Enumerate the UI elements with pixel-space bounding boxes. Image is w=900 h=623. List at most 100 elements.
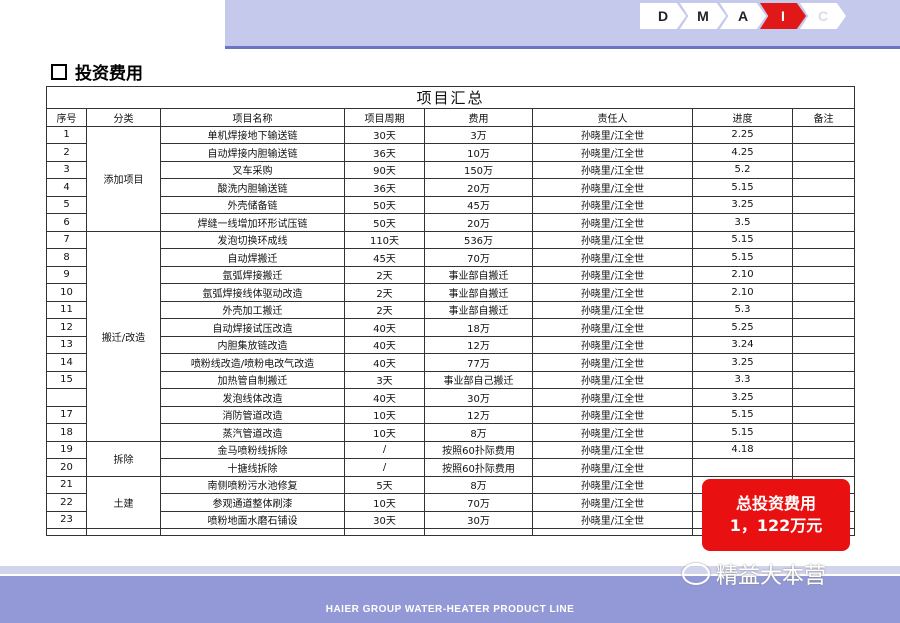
remarks-cell <box>791 248 856 267</box>
project-name-cell: 酸洗内胆输送链 <box>160 178 345 197</box>
row-number-cell: 15 <box>46 370 87 389</box>
category-cell: 土建 <box>86 475 161 529</box>
remarks-cell <box>791 195 856 214</box>
project-duration-cell: 50天 <box>344 213 425 232</box>
remarks-cell <box>791 178 856 197</box>
project-cost-cell: 12万 <box>424 405 533 424</box>
stage-a: A <box>720 3 766 29</box>
table-body: 1 添加项目 单机焊接地下输送链 30天 3万 孙晓里/江全世 2.25 2 自动焊接内胆输送链… <box>46 125 856 536</box>
empty-cell <box>424 528 533 536</box>
project-summary-table: 项目汇总 序号 分类 项目名称 项目周期 费用 责任人 进度 备注 1 添加项目 单机焊接地下输送… <box>45 86 856 536</box>
project-cost-cell: 45万 <box>424 195 533 214</box>
table-row: 17 消防管道改造 10天 12万 孙晓里/江全世 5.15 <box>46 405 856 424</box>
responsible-person-cell: 孙晓里/江全世 <box>532 213 693 232</box>
project-cost-cell: 12万 <box>424 335 533 354</box>
project-duration-cell: 36天 <box>344 143 425 162</box>
project-name-cell: 外壳加工搬迁 <box>160 300 345 319</box>
wechat-icon <box>682 563 710 585</box>
responsible-person-cell: 孙晓里/江全世 <box>532 493 693 512</box>
progress-cell: 5.15 <box>692 405 793 424</box>
table-row: 13 内胆集放链改造 40天 12万 孙晓里/江全世 3.24 <box>46 335 856 354</box>
project-duration-cell: 36天 <box>344 178 425 197</box>
project-duration-cell: 10天 <box>344 423 425 442</box>
project-name-cell: 消防管道改造 <box>160 405 345 424</box>
remarks-cell <box>791 388 856 407</box>
responsible-person-cell: 孙晓里/江全世 <box>532 300 693 319</box>
responsible-person-cell: 孙晓里/江全世 <box>532 510 693 529</box>
row-number-cell: 9 <box>46 265 87 284</box>
project-name-cell: 内胆集放链改造 <box>160 335 345 354</box>
remarks-cell <box>791 160 856 179</box>
project-name-cell: 喷粉线改造/喷粉电改气改造 <box>160 353 345 372</box>
row-number-cell: 19 <box>46 440 87 459</box>
project-cost-cell: 150万 <box>424 160 533 179</box>
project-name-cell: 自动焊接试压改造 <box>160 318 345 337</box>
progress-cell: 3.25 <box>692 388 793 407</box>
progress-cell: 2.25 <box>692 125 793 144</box>
table-row: 发泡线体改造 40天 30万 孙晓里/江全世 3.25 <box>46 388 856 407</box>
row-number-cell: 12 <box>46 318 87 337</box>
table-row: 5 外壳储备链 50天 45万 孙晓里/江全世 3.25 <box>46 195 856 214</box>
empty-cell <box>344 528 425 536</box>
progress-cell: 4.25 <box>692 143 793 162</box>
row-number-cell: 14 <box>46 353 87 372</box>
table-row: 8 自动焊搬迁 45天 70万 孙晓里/江全世 5.15 <box>46 248 856 267</box>
remarks-cell <box>791 300 856 319</box>
project-cost-cell: 10万 <box>424 143 533 162</box>
table-row: 2 自动焊接内胆输送链 36天 10万 孙晓里/江全世 4.25 <box>46 143 856 162</box>
project-cost-cell: 30万 <box>424 510 533 529</box>
responsible-person-cell: 孙晓里/江全世 <box>532 143 693 162</box>
progress-cell: 3.3 <box>692 370 793 389</box>
table-row: 10 氩弧焊接线体驱动改造 2天 事业部自搬迁 孙晓里/江全世 2.10 <box>46 283 856 302</box>
project-name-cell: 南侧喷粉污水池修复 <box>160 475 345 494</box>
table-row: 12 自动焊接试压改造 40天 18万 孙晓里/江全世 5.25 <box>46 318 856 337</box>
project-name-cell: 蒸汽管道改造 <box>160 423 345 442</box>
column-header: 项目周期 <box>344 108 425 127</box>
progress-cell: 5.3 <box>692 300 793 319</box>
row-number-cell: 4 <box>46 178 87 197</box>
project-duration-cell: 40天 <box>344 318 425 337</box>
watermark-text: 精益大本营 <box>716 564 827 589</box>
progress-cell: 3.5 <box>692 213 793 232</box>
responsible-person-cell: 孙晓里/江全世 <box>532 230 693 249</box>
row-number-cell: 23 <box>46 510 87 529</box>
project-name-cell: 加热管自制搬迁 <box>160 370 345 389</box>
table-row: 1 添加项目 单机焊接地下输送链 30天 3万 孙晓里/江全世 2.25 <box>46 125 856 232</box>
column-header: 费用 <box>424 108 533 127</box>
empty-cell <box>86 528 161 536</box>
responsible-person-cell: 孙晓里/江全世 <box>532 335 693 354</box>
project-cost-cell: 536万 <box>424 230 533 249</box>
progress-cell: 5.15 <box>692 423 793 442</box>
remarks-cell <box>791 213 856 232</box>
row-number-cell: 8 <box>46 248 87 267</box>
column-header: 备注 <box>791 108 856 127</box>
project-duration-cell: 2天 <box>344 300 425 319</box>
row-number-cell: 18 <box>46 423 87 442</box>
table-row: 18 蒸汽管道改造 10天 8万 孙晓里/江全世 5.15 <box>46 423 856 442</box>
remarks-cell <box>791 125 856 144</box>
responsible-person-cell: 孙晓里/江全世 <box>532 458 693 477</box>
project-duration-cell: 40天 <box>344 335 425 354</box>
project-duration-cell: 50天 <box>344 195 425 214</box>
footer-text: HAIER GROUP WATER-HEATER PRODUCT LINE <box>325 604 575 615</box>
project-cost-cell: 8万 <box>424 475 533 494</box>
row-number-cell: 7 <box>46 230 87 249</box>
row-number-cell: 10 <box>46 283 87 302</box>
row-number-cell: 6 <box>46 213 87 232</box>
project-name-cell: 叉车采购 <box>160 160 345 179</box>
stage-c: C <box>800 3 846 29</box>
responsible-person-cell: 孙晓里/江全世 <box>532 475 693 494</box>
total-investment-callout: 总投资费用 1，122万元 <box>702 479 850 551</box>
project-cost-cell: 20万 <box>424 178 533 197</box>
column-header: 序号 <box>46 108 87 127</box>
column-header: 进度 <box>692 108 793 127</box>
category-cell: 拆除 <box>86 440 161 477</box>
project-name-cell: 焊缝一线增加环形试压链 <box>160 213 345 232</box>
dmaic-stage-bar: D M A I C <box>640 3 880 29</box>
project-name-cell: 喷粉地面水磨石铺设 <box>160 510 345 529</box>
category-cell: 搬迁/改造 <box>86 230 161 442</box>
project-duration-cell: 2天 <box>344 283 425 302</box>
project-name-cell: 氩弧焊接搬迁 <box>160 265 345 284</box>
remarks-cell <box>791 283 856 302</box>
table-row: 3 叉车采购 90天 150万 孙晓里/江全世 5.2 <box>46 160 856 179</box>
